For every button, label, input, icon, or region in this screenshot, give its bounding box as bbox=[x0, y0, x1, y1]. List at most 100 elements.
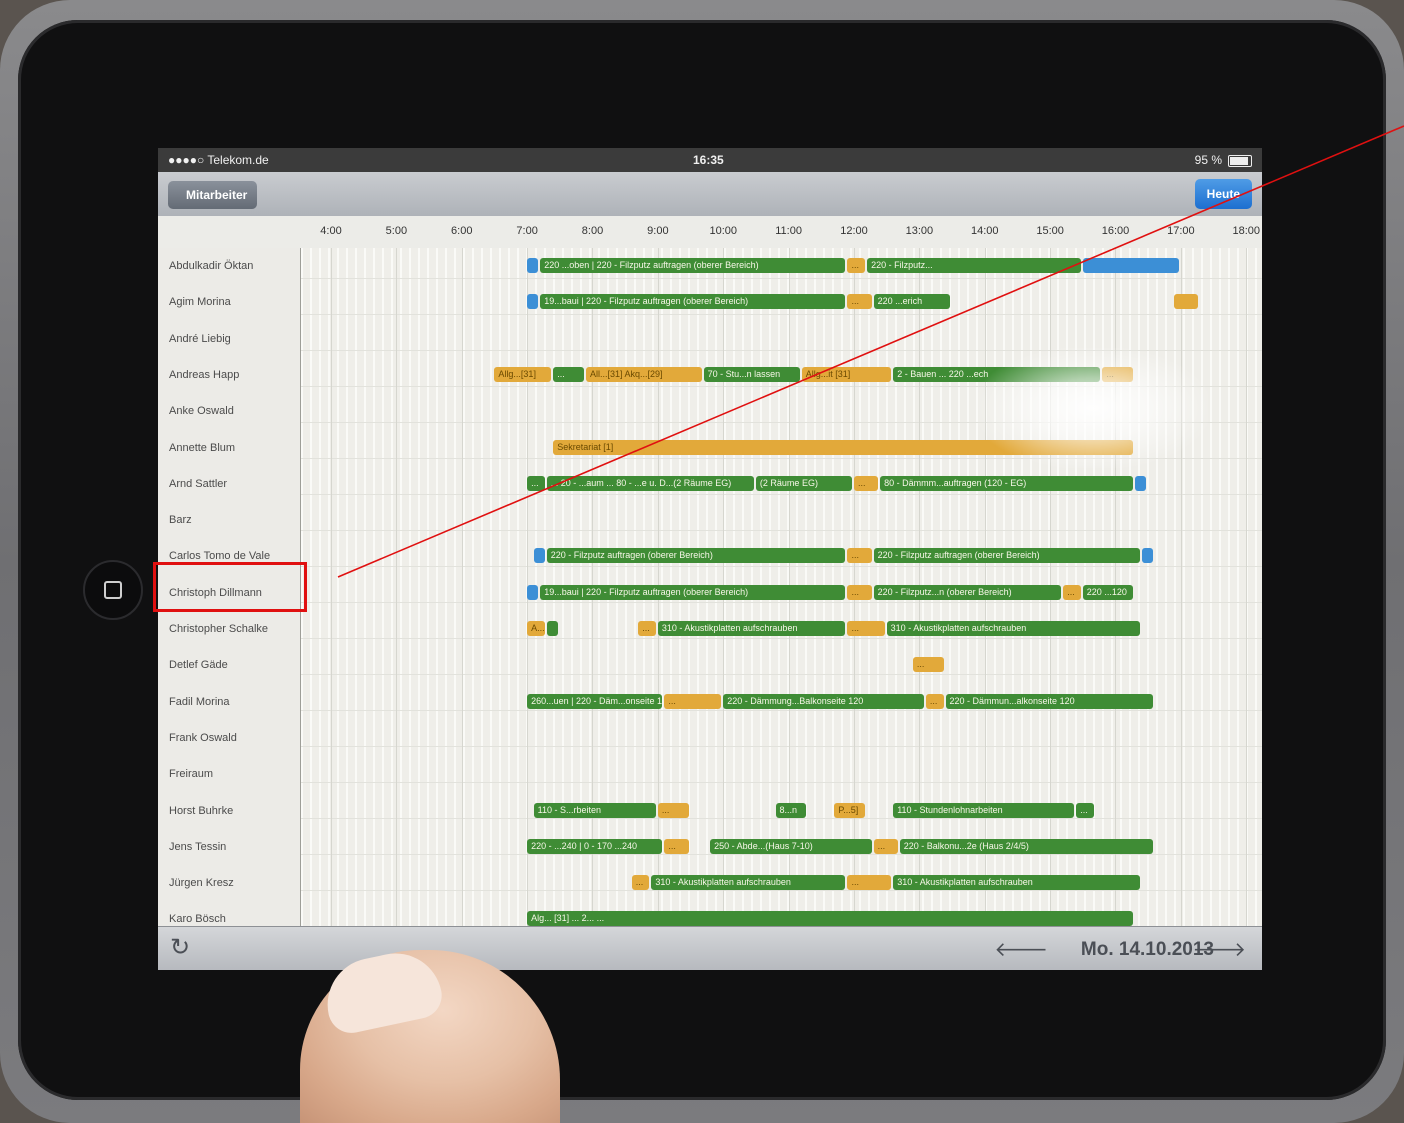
task-bar[interactable]: 110 - S...rbeiten bbox=[533, 802, 656, 818]
task-bar[interactable] bbox=[527, 294, 539, 310]
task-bar[interactable]: 220 - ...240 | 0 - 170 ...240 bbox=[527, 838, 663, 854]
task-bar[interactable]: ... bbox=[853, 475, 879, 491]
task-bar[interactable] bbox=[546, 621, 558, 636]
task-bar[interactable]: 70 - Stu...n lassen bbox=[703, 366, 800, 382]
task-bar[interactable]: 220 ...oben | 220 - Filzputz auftragen (… bbox=[540, 258, 846, 273]
arrow-left-icon[interactable]: 🡐 bbox=[994, 937, 1048, 962]
task-bar[interactable]: A... bbox=[527, 621, 545, 636]
task-bar[interactable]: ... bbox=[638, 621, 656, 636]
task-bar[interactable]: 19...baui | 220 - Filzputz auftragen (ob… bbox=[540, 294, 846, 310]
battery-percent: 95 % bbox=[1194, 153, 1222, 167]
highlight-annotation-box bbox=[153, 562, 307, 612]
task-bar[interactable]: 220 - Filzputz auftragen (oberer Bereich… bbox=[546, 548, 846, 564]
task-bar[interactable]: 310 - Akustikplatten aufschrauben bbox=[886, 621, 1140, 636]
back-button-mitarbeiter[interactable]: Mitarbeiter bbox=[168, 181, 258, 209]
status-time: 16:35 bbox=[693, 153, 724, 167]
employee-name[interactable]: Christopher Schalke bbox=[169, 623, 268, 635]
employee-name[interactable]: Barz bbox=[169, 514, 192, 526]
task-bar[interactable]: 220 - Filzputz...n (oberer Bereich) bbox=[873, 584, 1062, 600]
employee-name[interactable]: Abdulkadir Öktan bbox=[169, 260, 253, 272]
employee-name[interactable]: Detlef Gäde bbox=[169, 659, 228, 671]
task-bar[interactable]: (2 Räume EG) bbox=[755, 475, 852, 491]
hour-label: 11:00 bbox=[775, 225, 802, 237]
task-bar[interactable]: ... bbox=[847, 875, 892, 891]
task-bar[interactable]: ... 20 - ...aum ... 80 - ...e u. D...(2 … bbox=[546, 475, 754, 491]
hour-label: 10:00 bbox=[709, 225, 737, 237]
bottom-toolbar: ↻ 🡐 Mo. 14.10.2013 🡒 bbox=[158, 926, 1262, 970]
task-bar[interactable]: Alg... [31] ... 2... ... bbox=[527, 911, 1134, 926]
task-bar[interactable]: ... bbox=[664, 838, 689, 854]
refresh-icon[interactable]: ↻ bbox=[170, 933, 190, 962]
employee-name[interactable]: Horst Buhrke bbox=[169, 805, 233, 817]
task-bar[interactable] bbox=[527, 258, 539, 273]
task-bar[interactable]: ... bbox=[847, 584, 872, 600]
employee-name[interactable]: Jens Tessin bbox=[169, 841, 226, 853]
task-bar[interactable]: 220 - Dämmung...Balkonseite 120 bbox=[723, 693, 924, 709]
task-bar[interactable] bbox=[527, 584, 539, 600]
task-bar[interactable]: ... bbox=[873, 838, 898, 854]
employee-name[interactable]: Anke Oswald bbox=[169, 405, 234, 417]
hour-label: 14:00 bbox=[970, 225, 999, 237]
employee-name[interactable]: Freiraum bbox=[169, 768, 213, 780]
hour-label: 4:00 bbox=[320, 225, 342, 237]
employee-name[interactable]: Karo Bösch bbox=[169, 913, 226, 925]
task-bar[interactable]: P...5] bbox=[834, 802, 866, 818]
task-bar[interactable]: Sekretariat [1] bbox=[553, 439, 1134, 455]
employee-name[interactable]: Annette Blum bbox=[169, 442, 235, 454]
task-bar[interactable]: ... bbox=[847, 621, 885, 636]
employee-name[interactable]: Frank Oswald bbox=[169, 732, 237, 744]
hour-label: 12:00 bbox=[840, 225, 868, 237]
task-bar[interactable]: Allg...it [31] bbox=[801, 366, 892, 382]
task-bar[interactable]: 220 - Dämmun...alkonseite 120 bbox=[945, 693, 1153, 709]
employee-name[interactable]: Arnd Sattler bbox=[169, 478, 227, 490]
task-bar[interactable] bbox=[1141, 548, 1153, 564]
home-button[interactable] bbox=[83, 560, 143, 620]
hour-gridline bbox=[1180, 248, 1182, 926]
task-bar[interactable]: 19...baui | 220 - Filzputz auftragen (ob… bbox=[540, 584, 846, 600]
task-bar[interactable]: ... bbox=[657, 802, 689, 818]
task-bar[interactable]: ... bbox=[1102, 366, 1134, 382]
task-bar[interactable]: ... bbox=[847, 258, 866, 273]
arrow-right-icon[interactable]: 🡒 bbox=[1192, 937, 1246, 962]
task-bar[interactable]: 260...uen | 220 - Däm...onseite 120 bbox=[527, 693, 663, 709]
task-bar[interactable] bbox=[1135, 475, 1147, 491]
home-button-icon bbox=[104, 581, 122, 599]
task-bar[interactable]: ... bbox=[527, 475, 545, 491]
employee-name[interactable]: Agim Morina bbox=[169, 296, 231, 308]
task-bar[interactable]: 8...n bbox=[775, 802, 807, 818]
task-bar[interactable]: ... bbox=[912, 657, 944, 673]
app-screen: ●●●●○ Telekom.de 16:35 95 % Mitarbeiter … bbox=[158, 148, 1262, 970]
employee-name[interactable]: André Liebig bbox=[169, 333, 231, 345]
task-bar[interactable]: ... bbox=[631, 875, 650, 891]
today-button[interactable]: Heute bbox=[1194, 179, 1252, 209]
task-bar[interactable]: 220 - Balkonu...2e (Haus 2/4/5) bbox=[899, 838, 1153, 854]
task-bar[interactable]: 220 ...120 bbox=[1082, 584, 1134, 600]
task-bar[interactable]: 220 ...erich bbox=[873, 294, 951, 310]
task-bar[interactable] bbox=[1174, 294, 1199, 310]
task-bar[interactable] bbox=[1082, 258, 1179, 273]
task-bar[interactable]: ... bbox=[1076, 802, 1094, 818]
employee-name[interactable]: Fadil Morina bbox=[169, 696, 230, 708]
task-bar[interactable]: 310 - Akustikplatten aufschrauben bbox=[657, 621, 846, 636]
hour-gridline bbox=[396, 248, 398, 926]
employee-name[interactable]: Andreas Happ bbox=[169, 369, 239, 381]
task-bar[interactable]: 110 - Stundenlohnarbeiten bbox=[893, 802, 1075, 818]
task-bar[interactable]: Allg...[31] bbox=[494, 366, 552, 382]
task-bar[interactable]: ... bbox=[847, 294, 872, 310]
task-bar[interactable]: ... bbox=[847, 548, 872, 564]
task-bar[interactable]: 310 - Akustikplatten aufschrauben bbox=[893, 875, 1140, 891]
task-bar[interactable]: All...[31] Akq...[29] bbox=[585, 366, 702, 382]
task-bar[interactable]: 310 - Akustikplatten aufschrauben bbox=[651, 875, 846, 891]
task-bar[interactable] bbox=[533, 548, 545, 564]
task-bar[interactable]: 80 - Dämmm...auftragen (120 - EG) bbox=[880, 475, 1134, 491]
task-bar[interactable]: 220 - Filzputz auftragen (oberer Bereich… bbox=[873, 548, 1140, 564]
task-bar[interactable]: ... bbox=[553, 366, 584, 382]
employee-name[interactable]: Carlos Tomo de Vale bbox=[169, 550, 270, 562]
task-bar[interactable]: ... bbox=[1063, 584, 1081, 600]
task-bar[interactable]: 250 - Abde...(Haus 7-10) bbox=[710, 838, 872, 854]
task-bar[interactable]: ... bbox=[664, 693, 722, 709]
task-bar[interactable]: 220 - Filzputz... bbox=[867, 258, 1081, 273]
task-bar[interactable]: ... bbox=[925, 693, 944, 709]
employee-name[interactable]: Jürgen Kresz bbox=[169, 877, 234, 889]
task-bar[interactable]: 2 - Bauen ... 220 ...ech bbox=[893, 366, 1101, 382]
